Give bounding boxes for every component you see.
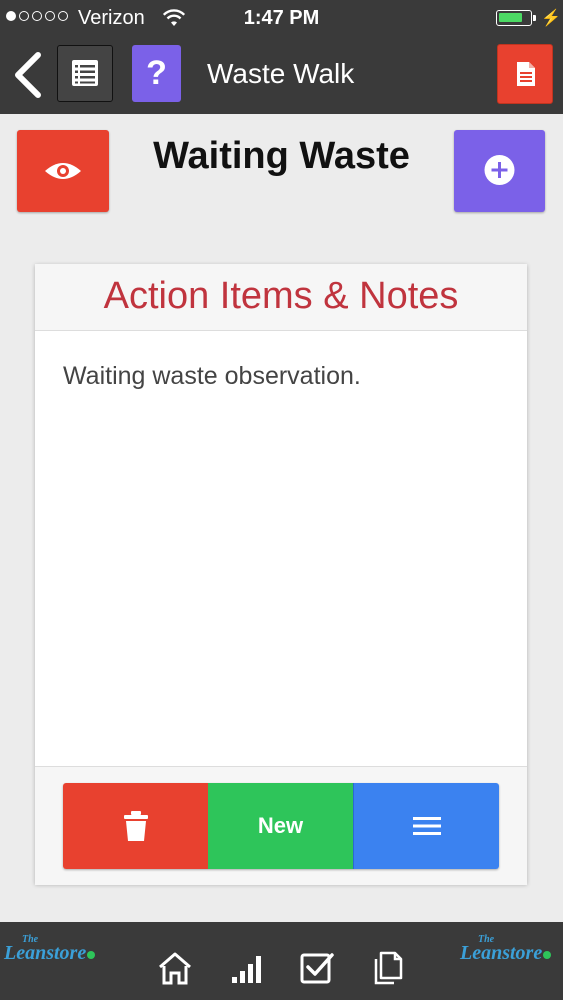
new-button[interactable]: New — [208, 783, 353, 869]
nav-bar: ? Waste Walk — [0, 36, 563, 114]
report-button[interactable] — [497, 44, 553, 104]
charging-icon: ⚡ — [541, 10, 561, 27]
list-button[interactable] — [57, 45, 113, 102]
checkbox-icon — [300, 953, 334, 984]
page-title: Waiting Waste — [153, 135, 410, 177]
tab-tasks[interactable] — [299, 950, 335, 986]
action-button-group: New — [63, 783, 499, 869]
eye-icon — [45, 163, 81, 179]
leanstore-logo: The Leanstore — [460, 934, 552, 965]
view-button[interactable] — [17, 130, 109, 212]
question-icon: ? — [146, 54, 167, 92]
menu-button[interactable] — [353, 783, 499, 869]
note-text[interactable]: Waiting waste observation. — [63, 362, 361, 391]
action-items-card: Action Items & Notes Waiting waste obser… — [35, 264, 527, 885]
documents-icon — [374, 951, 403, 985]
back-button[interactable] — [10, 50, 46, 100]
chevron-left-icon — [15, 52, 41, 98]
bar-chart-icon — [232, 956, 261, 983]
add-button[interactable] — [454, 130, 545, 212]
status-bar: Verizon 1:47 PM ⚡ — [0, 0, 563, 36]
document-icon — [517, 62, 535, 86]
plus-circle-icon — [484, 155, 515, 185]
tab-bar: The Leanstore The Leanstore — [0, 922, 563, 1000]
clock: 1:47 PM — [243, 7, 320, 29]
tab-stats[interactable] — [229, 950, 265, 986]
delete-button[interactable] — [63, 783, 208, 869]
help-button[interactable]: ? — [132, 45, 181, 102]
trash-icon — [123, 811, 148, 841]
tab-documents[interactable] — [371, 950, 407, 986]
leanstore-logo: The Leanstore — [4, 934, 96, 965]
battery-icon — [496, 10, 536, 26]
card-footer: New — [35, 766, 527, 885]
card-title: Action Items & Notes — [103, 275, 459, 317]
menu-icon — [412, 817, 441, 835]
list-icon — [72, 60, 98, 86]
card-header: Action Items & Notes — [35, 264, 527, 331]
home-icon — [159, 952, 191, 985]
tab-home[interactable] — [157, 950, 193, 986]
nav-title: Waste Walk — [207, 58, 355, 89]
